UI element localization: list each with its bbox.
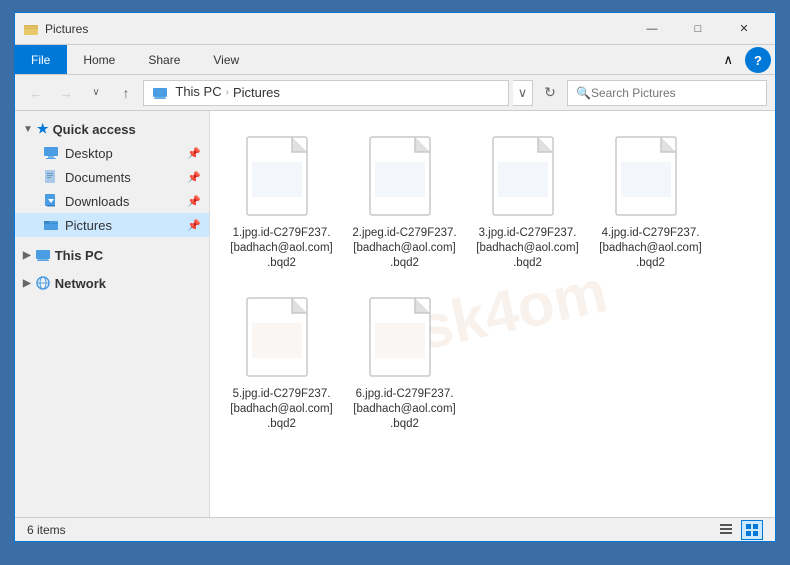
- search-icon: 🔍: [576, 86, 591, 100]
- back-button[interactable]: ←: [23, 80, 49, 106]
- file-grid: 1.jpg.id-C279F237.[badhach@aol.com].bqd2…: [220, 121, 765, 443]
- quick-access-label: Quick access: [53, 122, 136, 137]
- quick-access-header[interactable]: ▼ ★ Quick access: [15, 117, 209, 141]
- file-icon: [488, 132, 568, 222]
- sidebar-item-documents[interactable]: Documents 📌: [15, 165, 209, 189]
- tab-home[interactable]: Home: [67, 45, 132, 74]
- file-item[interactable]: 1.jpg.id-C279F237.[badhach@aol.com].bqd2: [224, 125, 339, 278]
- file-name: 3.jpg.id-C279F237.[badhach@aol.com].bqd2: [475, 226, 580, 271]
- pin-icon: 📌: [187, 195, 201, 208]
- tab-file[interactable]: File: [15, 45, 67, 74]
- file-item[interactable]: 6.jpg.id-C279F237.[badhach@aol.com].bqd2: [347, 286, 462, 439]
- desktop-icon: [43, 145, 59, 161]
- this-pc-label: This PC: [55, 248, 103, 263]
- this-pc-header[interactable]: ▶ This PC: [15, 243, 209, 267]
- file-explorer-window: Pictures — □ ✕ File Home Share View ∧ ? …: [14, 12, 776, 542]
- file-item[interactable]: 4.jpg.id-C279F237.[badhach@aol.com].bqd2: [593, 125, 708, 278]
- file-item[interactable]: 5.jpg.id-C279F237.[badhach@aol.com].bqd2: [224, 286, 339, 439]
- file-icon: [365, 293, 445, 383]
- address-breadcrumb[interactable]: This PC › Pictures: [143, 80, 509, 106]
- breadcrumb-this-pc: This PC: [152, 84, 222, 101]
- help-button[interactable]: ?: [745, 47, 771, 73]
- this-pc-icon: [35, 247, 51, 263]
- search-input[interactable]: [591, 86, 758, 100]
- sidebar: ▼ ★ Quick access Desktop 📌 Documents 📌: [15, 111, 210, 517]
- file-name: 6.jpg.id-C279F237.[badhach@aol.com].bqd2: [352, 387, 457, 432]
- network-arrow: ▶: [23, 278, 31, 289]
- file-name: 4.jpg.id-C279F237.[badhach@aol.com].bqd2: [598, 226, 703, 271]
- file-name: 5.jpg.id-C279F237.[badhach@aol.com].bqd2: [229, 387, 334, 432]
- file-area: risk4om 1.jpg.id-C279F237.[badhach@aol.c…: [210, 111, 775, 517]
- pin-icon: 📌: [187, 171, 201, 184]
- breadcrumb-dropdown-button[interactable]: ∨: [513, 80, 533, 106]
- file-icon: [365, 132, 445, 222]
- network-icon: [35, 275, 51, 291]
- sidebar-item-pictures[interactable]: Pictures 📌: [15, 213, 209, 237]
- file-item[interactable]: 2.jpeg.id-C279F237.[badhach@aol.com].bqd…: [347, 125, 462, 278]
- file-icon: [242, 132, 322, 222]
- quick-access-star-icon: ★: [37, 121, 49, 137]
- recent-locations-button[interactable]: ∨: [83, 80, 109, 106]
- file-name: 1.jpg.id-C279F237.[badhach@aol.com].bqd2: [229, 226, 334, 271]
- titlebar: Pictures — □ ✕: [15, 13, 775, 45]
- sidebar-item-desktop[interactable]: Desktop 📌: [15, 141, 209, 165]
- documents-icon: [43, 169, 59, 185]
- minimize-button[interactable]: —: [629, 13, 675, 45]
- details-view-button[interactable]: [715, 520, 737, 540]
- maximize-button[interactable]: □: [675, 13, 721, 45]
- breadcrumb-pictures: Pictures: [233, 85, 280, 100]
- pin-icon: 📌: [187, 219, 201, 232]
- up-button[interactable]: ↑: [113, 80, 139, 106]
- main-area: ▼ ★ Quick access Desktop 📌 Documents 📌: [15, 111, 775, 517]
- window-controls: — □ ✕: [629, 13, 767, 45]
- addressbar: ← → ∨ ↑ This PC › Pictures ∨ ↻ 🔍: [15, 75, 775, 111]
- view-controls: [715, 520, 763, 540]
- this-pc-arrow: ▶: [23, 250, 31, 261]
- sidebar-item-downloads[interactable]: Downloads 📌: [15, 189, 209, 213]
- ribbon-tab-bar: File Home Share View ∧ ?: [15, 45, 775, 75]
- quick-access-arrow: ▼: [23, 124, 33, 135]
- large-icons-view-button[interactable]: [741, 520, 763, 540]
- network-label: Network: [55, 276, 106, 291]
- ribbon-collapse-button[interactable]: ∧: [715, 45, 741, 74]
- pictures-folder-icon: [43, 217, 59, 233]
- file-item[interactable]: 3.jpg.id-C279F237.[badhach@aol.com].bqd2: [470, 125, 585, 278]
- close-button[interactable]: ✕: [721, 13, 767, 45]
- file-icon: [242, 293, 322, 383]
- refresh-button[interactable]: ↻: [537, 80, 563, 106]
- statusbar: 6 items: [15, 517, 775, 541]
- pin-icon: 📌: [187, 147, 201, 160]
- tab-share[interactable]: Share: [132, 45, 197, 74]
- window-title: Pictures: [45, 22, 629, 36]
- network-header[interactable]: ▶ Network: [15, 271, 209, 295]
- breadcrumb-sep-1: ›: [226, 87, 229, 98]
- downloads-icon: [43, 193, 59, 209]
- forward-button[interactable]: →: [53, 80, 79, 106]
- search-box[interactable]: 🔍: [567, 80, 767, 106]
- item-count: 6 items: [27, 523, 66, 537]
- tab-view[interactable]: View: [197, 45, 256, 74]
- file-icon: [611, 132, 691, 222]
- file-name: 2.jpeg.id-C279F237.[badhach@aol.com].bqd…: [352, 226, 457, 271]
- window-icon: [23, 21, 39, 37]
